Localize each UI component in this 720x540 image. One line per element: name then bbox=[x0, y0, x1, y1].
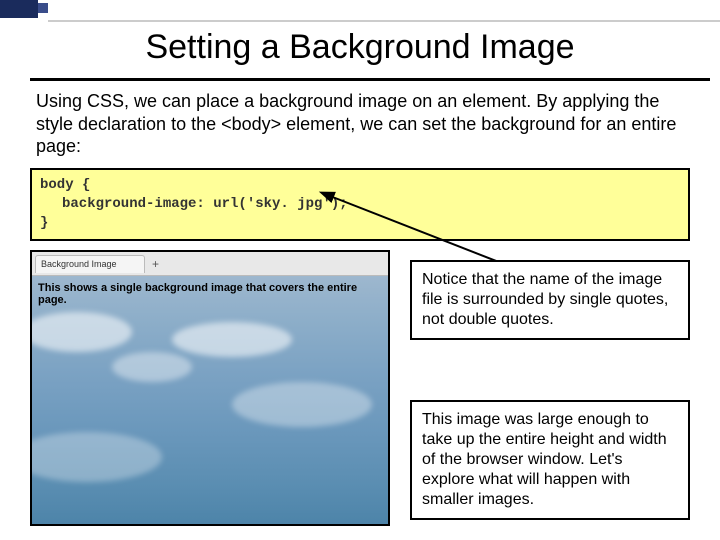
cloud-shape bbox=[232, 382, 372, 427]
code-example-box: body { background-image: url('sky. jpg')… bbox=[30, 168, 690, 241]
browser-chrome-bar: Background Image + bbox=[32, 252, 388, 276]
cloud-shape bbox=[30, 432, 162, 482]
cloud-shape bbox=[112, 352, 192, 382]
preview-caption-text: This shows a single background image tha… bbox=[38, 282, 382, 306]
intro-paragraph: Using CSS, we can place a background ima… bbox=[36, 90, 690, 158]
slide-accent-block bbox=[0, 0, 38, 18]
browser-tab: Background Image bbox=[35, 255, 145, 273]
callout-note-quotes: Notice that the name of the image file i… bbox=[410, 260, 690, 340]
new-tab-icon: + bbox=[152, 257, 159, 271]
slide-accent-line bbox=[48, 20, 720, 22]
browser-preview: Background Image + This shows a single b… bbox=[30, 250, 390, 526]
cloud-shape bbox=[172, 322, 292, 357]
title-underline bbox=[30, 78, 710, 81]
code-line: } bbox=[40, 214, 680, 233]
cloud-shape bbox=[30, 312, 132, 352]
slide-title: Setting a Background Image bbox=[0, 28, 720, 67]
code-line: body { bbox=[40, 176, 680, 195]
callout-note-size: This image was large enough to take up t… bbox=[410, 400, 690, 520]
code-line: background-image: url('sky. jpg'); bbox=[40, 195, 680, 214]
